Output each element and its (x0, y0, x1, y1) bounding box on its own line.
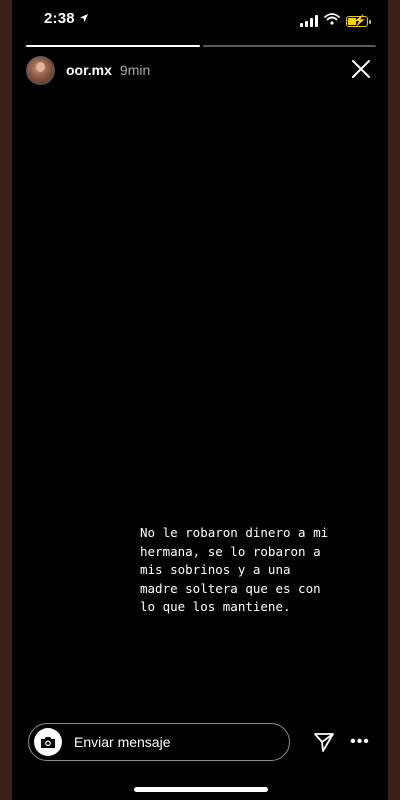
status-indicators: ⚡ (300, 12, 371, 30)
cellular-signal-icon (300, 15, 318, 27)
status-time-group: 2:38 (44, 10, 89, 27)
camera-button[interactable] (34, 728, 62, 756)
more-options-button[interactable]: ••• (348, 730, 372, 754)
location-arrow-icon (79, 13, 89, 26)
status-bar: 2:38 ⚡ (12, 0, 388, 40)
send-message-placeholder: Enviar mensaje (74, 734, 171, 750)
username[interactable]: oor.mx (66, 62, 112, 78)
close-button[interactable] (350, 58, 372, 80)
story-progress (26, 45, 376, 47)
camera-icon (41, 737, 55, 748)
progress-segment (26, 45, 200, 47)
story-screen[interactable]: 2:38 ⚡ oor.mx 9min No le robaron dinero … (12, 0, 388, 800)
close-icon (352, 60, 370, 78)
story-header: oor.mx 9min (26, 55, 376, 85)
battery-charging-icon: ⚡ (346, 15, 371, 27)
more-options-icon: ••• (350, 733, 370, 750)
progress-segment (202, 45, 376, 47)
story-timestamp: 9min (119, 62, 151, 78)
status-time: 2:38 (44, 10, 75, 27)
story-caption: No le robaron dinero a mi hermana, se lo… (140, 525, 329, 614)
send-button[interactable] (312, 730, 336, 754)
home-indicator[interactable] (134, 787, 268, 792)
wifi-icon (324, 12, 340, 30)
send-message-input[interactable]: Enviar mensaje (28, 723, 290, 761)
device-frame: 2:38 ⚡ oor.mx 9min No le robaron dinero … (0, 0, 400, 800)
avatar[interactable] (26, 55, 55, 85)
send-icon (314, 733, 334, 752)
